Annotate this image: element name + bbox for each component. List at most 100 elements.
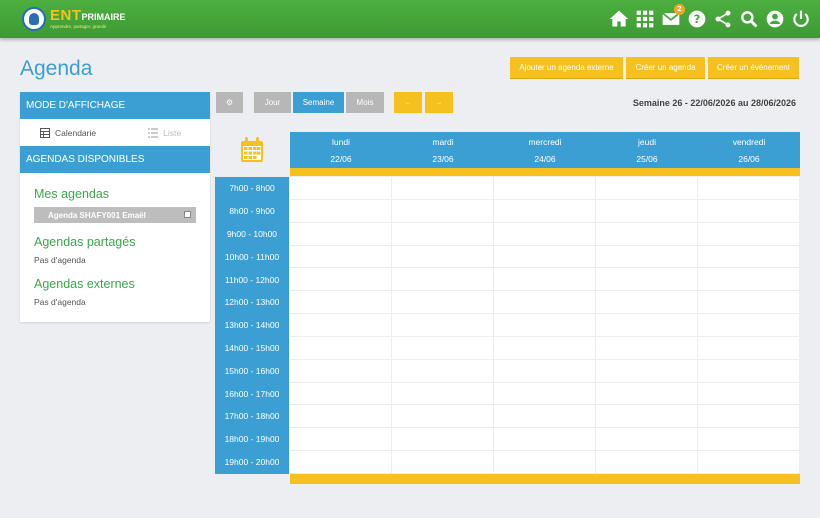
calendar-cell[interactable] [290, 268, 392, 292]
calendar-cell[interactable] [392, 359, 494, 383]
apps-grid-icon[interactable] [634, 8, 656, 30]
arrow-right-icon: → [436, 99, 442, 106]
page-title: Agenda [20, 57, 93, 80]
create-event-button[interactable]: Créer un événement [708, 57, 799, 79]
home-icon[interactable] [608, 8, 630, 30]
calendar-cell[interactable] [494, 336, 596, 360]
calendar-cell[interactable] [596, 359, 698, 383]
calendar-cell[interactable] [698, 336, 800, 360]
calendar-cell[interactable] [596, 268, 698, 292]
calendar-cell[interactable] [290, 314, 392, 337]
calendar-cell[interactable] [392, 291, 494, 315]
calendar-grid [290, 177, 800, 474]
calendar-cell[interactable] [392, 177, 494, 200]
all-day-bar[interactable] [290, 168, 800, 176]
calendar-cell[interactable] [290, 405, 392, 429]
calendar-cell[interactable] [596, 245, 698, 269]
calendar-cell[interactable] [698, 291, 800, 315]
calendar-cell[interactable] [494, 268, 596, 292]
calendar-cell[interactable] [392, 245, 494, 269]
share-icon[interactable] [712, 8, 734, 30]
calendar-cell[interactable] [494, 359, 596, 383]
calendar-cell[interactable] [290, 359, 392, 383]
calendar-cell[interactable] [698, 405, 800, 429]
calendar-cell[interactable] [392, 428, 494, 452]
view-calendar-option[interactable]: Calendarie [40, 127, 96, 138]
calendar-cell[interactable] [290, 245, 392, 269]
calendar-cell[interactable] [392, 382, 494, 406]
calendar-cell[interactable] [392, 451, 494, 474]
my-agenda-item[interactable]: Agenda SHAFY001 Emaël [34, 207, 196, 223]
calendar-cell[interactable] [392, 222, 494, 246]
create-agenda-button[interactable]: Créer un agenda [626, 57, 705, 79]
calendar-cell[interactable] [290, 199, 392, 223]
calendar-cell[interactable] [290, 451, 392, 474]
logo-ent: ENT [50, 7, 82, 25]
settings-button[interactable]: ⚙ [216, 92, 243, 113]
agenda-checkbox[interactable] [184, 211, 191, 218]
calendar-cell[interactable] [596, 199, 698, 223]
calendar-cell[interactable] [290, 291, 392, 315]
time-slot-label: 15h00 - 16h00 [224, 365, 280, 376]
day-name: lundi [332, 137, 350, 147]
calendar-cell[interactable] [698, 359, 800, 383]
calendar-cell[interactable] [494, 451, 596, 474]
account-icon[interactable] [764, 8, 786, 30]
calendar-cell[interactable] [494, 245, 596, 269]
view-list-option[interactable]: Liste [148, 128, 181, 138]
calendar-cell[interactable] [494, 405, 596, 429]
calendar-cell[interactable] [698, 199, 800, 223]
calendar-cell[interactable] [494, 382, 596, 406]
calendar-cell[interactable] [596, 451, 698, 474]
calendar-cell[interactable] [698, 314, 800, 337]
calendar-icon [241, 137, 263, 162]
calendar-cell[interactable] [596, 336, 698, 360]
calendar-cell[interactable] [596, 314, 698, 337]
calendar-cell[interactable] [392, 314, 494, 337]
time-slot-label: 16h00 - 17h00 [224, 388, 280, 399]
calendar-cell[interactable] [494, 222, 596, 246]
calendar-cell[interactable] [392, 268, 494, 292]
calendar-cell[interactable] [698, 382, 800, 406]
calendar-cell[interactable] [596, 428, 698, 452]
next-week-button[interactable]: → [425, 92, 453, 113]
calendar-cell[interactable] [494, 291, 596, 315]
day-name: jeudi [638, 137, 656, 147]
search-icon[interactable] [738, 8, 760, 30]
ent-logo[interactable]: ENTPRIMAIRE Apprendre, partager, grandir [22, 6, 126, 32]
help-icon[interactable]: ? [686, 8, 708, 30]
calendar-cell[interactable] [392, 199, 494, 223]
calendar-cell[interactable] [392, 336, 494, 360]
calendar-cell[interactable] [698, 245, 800, 269]
calendar-cell[interactable] [494, 177, 596, 200]
calendar-cell[interactable] [596, 291, 698, 315]
calendar-cell[interactable] [290, 428, 392, 452]
calendar-cell[interactable] [698, 268, 800, 292]
calendar-cell[interactable] [290, 177, 392, 200]
calendar-cell[interactable] [494, 314, 596, 337]
calendar-cell[interactable] [290, 222, 392, 246]
month-view-button[interactable]: Mois [346, 92, 384, 113]
day-view-button[interactable]: Jour [254, 92, 291, 113]
day-date: 22/06 [330, 154, 352, 164]
calendar-cell[interactable] [698, 222, 800, 246]
calendar-cell[interactable] [494, 199, 596, 223]
calendar-cell[interactable] [596, 177, 698, 200]
add-external-agenda-button[interactable]: Ajouter un agenda externe [510, 57, 623, 79]
calendar-cell[interactable] [698, 428, 800, 452]
day-header: lundi 22/06 [290, 132, 392, 168]
calendar-cell[interactable] [698, 451, 800, 474]
week-view-button[interactable]: Semaine [293, 92, 344, 113]
calendar-cell[interactable] [596, 382, 698, 406]
previous-week-button[interactable]: ← [394, 92, 422, 113]
calendar-cell[interactable] [494, 428, 596, 452]
power-icon[interactable] [790, 8, 812, 30]
calendar-cell[interactable] [392, 405, 494, 429]
mail-icon[interactable]: 2 [660, 4, 685, 30]
calendar-cell[interactable] [290, 336, 392, 360]
calendar-cell[interactable] [596, 222, 698, 246]
calendar-cell[interactable] [698, 177, 800, 200]
calendar-cell[interactable] [596, 405, 698, 429]
action-buttons: Ajouter un agenda externe Créer un agend… [507, 57, 799, 79]
calendar-cell[interactable] [290, 382, 392, 406]
